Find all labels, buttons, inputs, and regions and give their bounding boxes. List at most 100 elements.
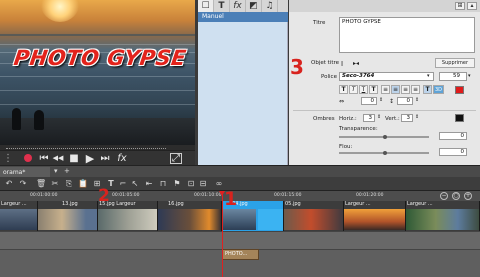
ombres-label: Ombres	[313, 116, 335, 122]
titre-textarea[interactable]: PHOTO GYPSE	[339, 17, 475, 53]
shadow-color-swatch[interactable]	[455, 114, 464, 122]
stepper-icon[interactable]: ⇕	[415, 114, 419, 120]
text-cursor-icon[interactable]: I	[341, 60, 343, 68]
outline-button[interactable]: T	[369, 85, 378, 94]
pointer-icon[interactable]: ↖	[130, 179, 140, 189]
rewind-button[interactable]: ◀◀	[52, 151, 64, 166]
tab-effects[interactable]: fx	[230, 0, 246, 12]
preview-title-overlay[interactable]: PHOTO GYPSE	[12, 46, 188, 70]
tab-transitions[interactable]: ◩	[246, 0, 262, 12]
font-size-select[interactable]: 59	[439, 72, 467, 81]
chevron-down-icon[interactable]: ▾	[468, 73, 471, 79]
copy-icon[interactable]: ⎘	[64, 179, 74, 189]
link-icon[interactable]: ∞	[214, 179, 224, 189]
char-spacing-field[interactable]: 0	[361, 97, 377, 105]
clip-thumbnail	[38, 209, 97, 230]
align-left-button[interactable]: ≡	[381, 85, 390, 94]
stepper-icon[interactable]: ⇕	[415, 97, 419, 103]
grid-icon[interactable]: ⊡	[186, 179, 196, 189]
stop-button[interactable]: ■	[68, 151, 80, 166]
video-preview[interactable]: PHOTO GYPSE	[0, 0, 195, 145]
clip-label: Largeur ...	[1, 201, 27, 207]
timecode-tick: 00:01:20:00	[356, 193, 384, 198]
chevron-down-icon[interactable]: ▾	[427, 73, 430, 79]
panel-header: ⊞ ▴	[289, 0, 480, 12]
effect-category-tabs: ☐ T fx ◩ ♫	[198, 0, 288, 12]
zoom-out-icon[interactable]: −	[440, 192, 448, 200]
transport-bar: ⋮ ⏮ ◀◀ ■ ▶ ⏭ fx ⤢	[0, 150, 195, 165]
skip-back-button[interactable]: ⏮	[38, 151, 50, 166]
vert-field[interactable]: 3	[401, 114, 413, 122]
playhead-line[interactable]	[222, 191, 223, 277]
stepper-icon[interactable]: ⇕	[379, 97, 383, 103]
tab-media[interactable]: ☐	[198, 0, 214, 12]
align-center-button[interactable]: ≡	[391, 85, 400, 94]
clip-thumbnail	[0, 209, 37, 230]
delete-icon[interactable]: 🗑	[36, 179, 46, 189]
clip-thumbnail	[98, 209, 157, 230]
title-properties-panel: ⊞ ▴ Titre PHOTO GYPSE Supprimer Objet ti…	[289, 0, 480, 165]
timeline-ruler[interactable]: 00:01:00:00 00:01:05:00 00:01:10:00 00:0…	[0, 191, 480, 201]
chevron-down-icon[interactable]: ▾	[54, 167, 58, 175]
collapse-icon[interactable]: ▴	[467, 2, 477, 10]
zoom-fit-icon[interactable]: ○	[452, 192, 460, 200]
timeline-clip[interactable]: 16.jpg	[158, 201, 222, 231]
titre-label: Titre	[313, 20, 326, 26]
italic-button[interactable]: T	[349, 85, 358, 94]
bold-button[interactable]: T	[339, 85, 348, 94]
timeline-clip[interactable]: Largeur ...	[344, 201, 406, 231]
group-icon[interactable]: ⊟	[198, 179, 208, 189]
timeline-clip[interactable]: Largeur ...	[0, 201, 38, 231]
scrub-position-track	[6, 146, 166, 149]
tab-titles[interactable]: T	[214, 0, 230, 12]
list-item-manuel[interactable]: Manuel	[198, 12, 288, 22]
horiz-field[interactable]: 3	[363, 114, 375, 122]
annotation-number: 3	[290, 55, 304, 79]
trim-icon[interactable]: ⇤	[144, 179, 154, 189]
3d-button[interactable]: 3D	[433, 85, 444, 94]
text-tool-icon[interactable]: ⌐	[118, 179, 128, 189]
record-icon[interactable]	[24, 154, 32, 162]
cut-icon[interactable]: ✂	[50, 179, 60, 189]
redo-icon[interactable]: ↷	[18, 179, 28, 189]
wave	[0, 44, 195, 45]
marker-icon[interactable]: ⚑	[172, 179, 182, 189]
play-button[interactable]: ▶	[84, 151, 96, 166]
add-tab-icon[interactable]: +	[64, 167, 70, 175]
paste-icon[interactable]: 📋	[78, 179, 88, 189]
undo-icon[interactable]: ↶	[4, 179, 14, 189]
tab-audio[interactable]: ♫	[262, 0, 278, 12]
zoom-in-icon[interactable]: +	[464, 192, 472, 200]
transparence-slider-knob[interactable]	[383, 135, 387, 139]
magnet-icon[interactable]: ⊓	[158, 179, 168, 189]
timeline-clip[interactable]: 05.jpg	[284, 201, 344, 231]
clip-label: 16.jpg	[168, 201, 184, 207]
panel-menu-icon[interactable]: ⊞	[455, 2, 465, 10]
clip-thumbnail	[284, 209, 343, 230]
justify-button[interactable]: ≡	[411, 85, 420, 94]
audio-track[interactable]	[0, 231, 480, 249]
flou-slider-knob[interactable]	[383, 151, 387, 155]
underline-button[interactable]: T	[359, 85, 368, 94]
title-template-list: Manuel	[198, 12, 288, 165]
vert-label: Vert.:	[385, 116, 400, 122]
fx-button[interactable]: fx	[116, 151, 128, 166]
police-label: Police	[321, 74, 337, 80]
align-right-button[interactable]: ≡	[401, 85, 410, 94]
stepper-icon[interactable]: ⇕	[377, 114, 381, 120]
title-clip[interactable]: PHOTO...	[222, 249, 259, 260]
text-color-swatch[interactable]	[455, 86, 464, 94]
skip-forward-button[interactable]: ⏭	[99, 151, 111, 166]
fullscreen-button[interactable]: ⤢	[170, 153, 182, 164]
timeline-clip[interactable]: Largeur ...	[406, 201, 480, 231]
timeline-clip[interactable]: 13.jpg	[38, 201, 98, 231]
text-color-button[interactable]: T	[423, 85, 432, 94]
clip-label: Largeur ...	[345, 201, 371, 207]
flou-field[interactable]: 0	[439, 148, 467, 156]
font-select[interactable]: Seco-3764	[339, 72, 434, 81]
align-objects-icon[interactable]: ▸◂	[353, 60, 359, 67]
line-spacing-icon: ↕	[389, 98, 395, 105]
transparence-field[interactable]: 0	[439, 132, 467, 140]
line-spacing-field[interactable]: 0	[397, 97, 413, 105]
delete-button[interactable]: Supprimer	[435, 58, 475, 68]
